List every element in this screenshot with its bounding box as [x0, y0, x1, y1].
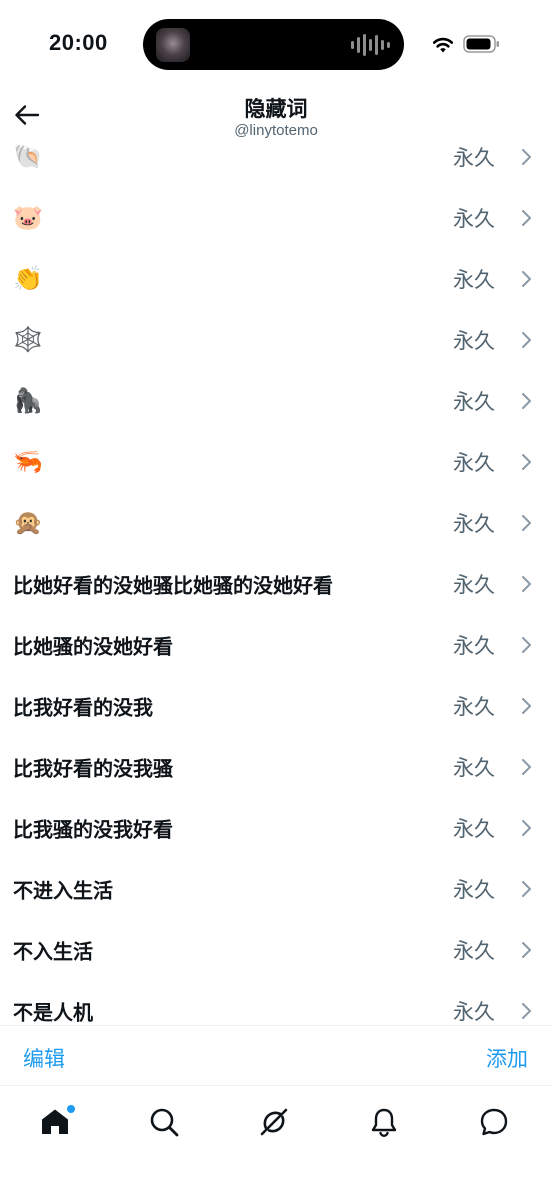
grok-icon: [260, 1108, 288, 1136]
chevron-right-icon: [522, 332, 531, 348]
muted-word-label: 比她好看的没她骚比她骚的没她好看: [13, 575, 333, 598]
mute-duration: 永久: [453, 635, 495, 658]
tab-grok[interactable]: [254, 1102, 294, 1142]
battery-icon: [463, 35, 499, 53]
muted-word-row[interactable]: 比她骚的没她好看 永久: [0, 615, 552, 676]
muted-word-label: 比我好看的没我: [13, 697, 153, 720]
mute-duration: 永久: [453, 818, 495, 841]
chevron-right-icon: [522, 271, 531, 287]
chevron-right-icon: [522, 637, 531, 653]
muted-word-row[interactable]: 不进入生活 永久: [0, 859, 552, 920]
status-bar: 20:00: [0, 0, 552, 88]
bell-icon: [371, 1108, 397, 1137]
muted-word-row[interactable]: 🦐 永久: [0, 432, 552, 493]
muted-word-row[interactable]: 🐚 永久: [0, 127, 552, 188]
chevron-right-icon: [522, 576, 531, 592]
mute-duration: 永久: [453, 574, 495, 597]
chevron-right-icon: [522, 759, 531, 775]
tab-search[interactable]: [144, 1102, 184, 1142]
muted-word-row[interactable]: 🐷 永久: [0, 188, 552, 249]
muted-word-row[interactable]: 👏 永久: [0, 249, 552, 310]
mute-duration: 永久: [453, 696, 495, 719]
now-playing-artwork: [156, 28, 190, 62]
wifi-icon: [432, 37, 454, 53]
add-button[interactable]: 添加: [486, 1043, 528, 1073]
mute-duration: 永久: [453, 147, 495, 170]
home-notification-dot: [67, 1105, 75, 1113]
tab-home[interactable]: [35, 1102, 75, 1142]
muted-word-label: 🐚: [13, 143, 43, 171]
muted-word-row[interactable]: 比我好看的没我骚 永久: [0, 737, 552, 798]
muted-words-list: 🐚 永久 🐷 永久 👏 永久 🕸️ 永久 🦍 永久 🦐 永久 🙊 永久 比她好看的没她骚比她骚的没她好看 永久…: [0, 126, 552, 1026]
muted-word-label: 🕸️: [13, 326, 43, 354]
mute-duration: 永久: [453, 330, 495, 353]
muted-word-label: 👏: [13, 265, 43, 293]
mute-duration: 永久: [453, 879, 495, 902]
muted-word-row[interactable]: 不入生活 永久: [0, 920, 552, 981]
muted-word-label: 比我好看的没我骚: [13, 758, 173, 781]
muted-word-row[interactable]: 比她好看的没她骚比她骚的没她好看 永久: [0, 554, 552, 615]
muted-word-label: 不是人机: [13, 1002, 93, 1025]
status-time: 20:00: [49, 30, 108, 55]
dynamic-island[interactable]: [143, 19, 404, 70]
tab-notifications[interactable]: [364, 1102, 404, 1142]
chevron-right-icon: [522, 454, 531, 470]
muted-word-label: 🦍: [13, 387, 43, 415]
muted-word-label: 比我骚的没我好看: [13, 819, 173, 842]
mute-duration: 永久: [453, 940, 495, 963]
mute-duration: 永久: [453, 391, 495, 414]
page-title: 隐藏词: [244, 98, 308, 121]
muted-word-row[interactable]: 🕸️ 永久: [0, 310, 552, 371]
audio-waveform-icon: [351, 33, 390, 57]
muted-word-label: 🦐: [13, 448, 43, 476]
muted-word-row[interactable]: 🙊 永久: [0, 493, 552, 554]
muted-word-label: 🐷: [13, 204, 43, 232]
home-icon: [42, 1109, 68, 1134]
mute-duration: 永久: [453, 513, 495, 536]
mute-duration: 永久: [453, 208, 495, 231]
edit-button[interactable]: 编辑: [23, 1043, 65, 1073]
chevron-right-icon: [522, 942, 531, 958]
muted-word-row[interactable]: 不是人机 永久: [0, 981, 552, 1027]
tab-bar: [0, 1086, 552, 1200]
mute-duration: 永久: [453, 269, 495, 292]
chevron-right-icon: [522, 698, 531, 714]
chevron-right-icon: [522, 1003, 531, 1019]
tab-messages[interactable]: [474, 1102, 514, 1142]
message-icon: [480, 1108, 508, 1136]
muted-word-row[interactable]: 🦍 永久: [0, 371, 552, 432]
muted-word-row[interactable]: 比我骚的没我好看 永久: [0, 798, 552, 859]
action-bar: 编辑 添加: [0, 1025, 552, 1086]
chevron-right-icon: [522, 515, 531, 531]
muted-word-label: 比她骚的没她好看: [13, 636, 173, 659]
mute-duration: 永久: [453, 452, 495, 475]
chevron-right-icon: [522, 881, 531, 897]
muted-word-label: 🙊: [13, 509, 43, 537]
chevron-right-icon: [522, 820, 531, 836]
search-icon: [150, 1108, 179, 1137]
chevron-right-icon: [522, 393, 531, 409]
mute-duration: 永久: [453, 757, 495, 780]
chevron-right-icon: [522, 210, 531, 226]
muted-word-label: 不入生活: [13, 941, 93, 964]
mute-duration: 永久: [453, 1001, 495, 1024]
muted-word-row[interactable]: 比我好看的没我 永久: [0, 676, 552, 737]
chevron-right-icon: [522, 149, 531, 165]
muted-word-label: 不进入生活: [13, 880, 113, 903]
